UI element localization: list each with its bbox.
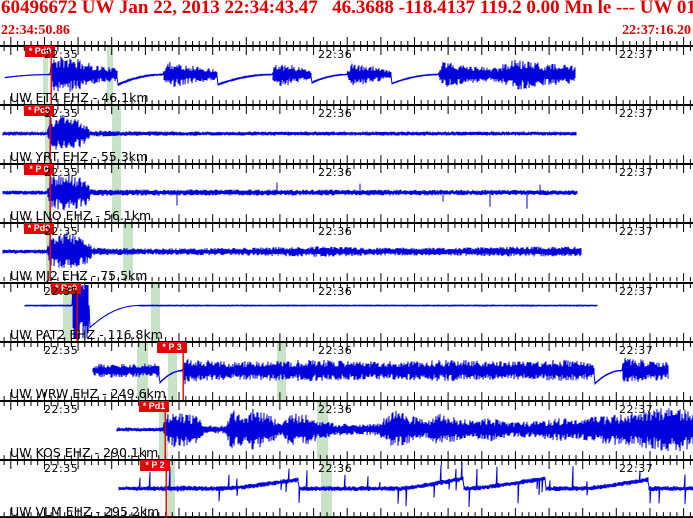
phase-pick-label[interactable]: * P 2 bbox=[140, 460, 170, 471]
time-tick-label: 22:35 bbox=[44, 48, 78, 61]
phase-pick-label[interactable]: * P 3 bbox=[157, 342, 187, 353]
event-summary-line: 60496672 UW Jan 22, 2013 22:34:43.47 46.… bbox=[1, 0, 693, 19]
station-label: UW MJ2 EHZ - 75.5km bbox=[10, 268, 147, 282]
seismic-review-window: 60496672 UW Jan 22, 2013 22:34:43.47 46.… bbox=[0, 0, 693, 518]
time-tick-label: 22:37 bbox=[619, 462, 653, 475]
time-tick-label: 22:36 bbox=[318, 48, 352, 61]
time-tick-label: 22:37 bbox=[619, 285, 653, 298]
trace-panel-lno: UW LNO EHZ - 56.1km * P 0 22:3522:3622:3… bbox=[0, 163, 693, 222]
station-label: UW PAT2 EHZ - 116.8km bbox=[10, 327, 163, 341]
station-label: UW LNO EHZ - 56.1km bbox=[10, 208, 151, 222]
trace-panel-yrt: UW YRT EHZ - 55.3km * Pc0 22:3522:3622:3… bbox=[0, 104, 693, 163]
time-tick-label: 22:35 bbox=[44, 107, 78, 120]
trace-panel-wrw: UW WRW EHZ - 249.6km * P 3 22:35 22:36 22:… bbox=[0, 341, 693, 400]
time-tick-label: 22:35 bbox=[44, 403, 78, 416]
time-tick-label: 22:37 bbox=[619, 225, 653, 238]
time-tick-label: 22:36 bbox=[318, 344, 352, 357]
station-label: UW KOS EHZ - 290.1km bbox=[10, 445, 158, 459]
trace-panel-vlm: UW VLM EHZ - 295.2km * P 2 22:35 22:36 22:… bbox=[0, 459, 693, 518]
time-tick-label: 22:36 bbox=[318, 462, 352, 475]
trace-panel-mj2: UW MJ2 EHZ - 75.5km * Pd0 22:3522:3622:3… bbox=[0, 222, 693, 281]
time-tick-label: 22:36 bbox=[318, 285, 352, 298]
time-tick-label: 22:35 bbox=[44, 344, 78, 357]
time-tick-label: 22:35 bbox=[44, 285, 78, 298]
time-tick-label: 22:35 bbox=[44, 166, 78, 179]
time-tick-label: 22:36 bbox=[318, 107, 352, 120]
time-tick-label: 22:36 bbox=[318, 166, 352, 179]
top-ruler-ticks bbox=[0, 36, 693, 45]
time-tick-label: 22:36 bbox=[318, 225, 352, 238]
time-tick-label: 22:37 bbox=[619, 48, 653, 61]
station-label: UW YRT EHZ - 55.3km bbox=[10, 149, 148, 163]
time-tick-label: 22:37 bbox=[619, 107, 653, 120]
trace-panel-pat2: UW PAT2 EHZ - 116.8km * Pc0 22:3522:3622… bbox=[0, 282, 693, 341]
trace-panel-et4: UW ET4 EHZ - 46.1km * Pd0 22:3522:3622:3… bbox=[0, 45, 693, 104]
time-tick-label: 22:37 bbox=[619, 166, 653, 179]
phase-pick-label[interactable]: * Pd1 bbox=[139, 401, 169, 412]
station-label: UW WRW EHZ - 249.6km bbox=[10, 386, 166, 400]
time-tick-label: 22:35 bbox=[44, 225, 78, 238]
time-tick-label: 22:37 bbox=[619, 403, 653, 416]
trace-panel-kos: UW KOS EHZ - 290.1km * Pd1 22:35 22:36 22:… bbox=[0, 400, 693, 459]
event-header: 60496672 UW Jan 22, 2013 22:34:43.47 46.… bbox=[0, 0, 693, 45]
time-tick-label: 22:37 bbox=[619, 344, 653, 357]
trace-panels: UW ET4 EHZ - 46.1km * Pd0 22:3522:3622:3… bbox=[0, 45, 693, 518]
time-tick-label: 22:35 bbox=[44, 462, 78, 475]
station-label: UW VLM EHZ - 295.2km bbox=[10, 504, 159, 518]
station-label: UW ET4 EHZ - 46.1km bbox=[10, 90, 149, 104]
time-tick-label: 22:36 bbox=[318, 403, 352, 416]
